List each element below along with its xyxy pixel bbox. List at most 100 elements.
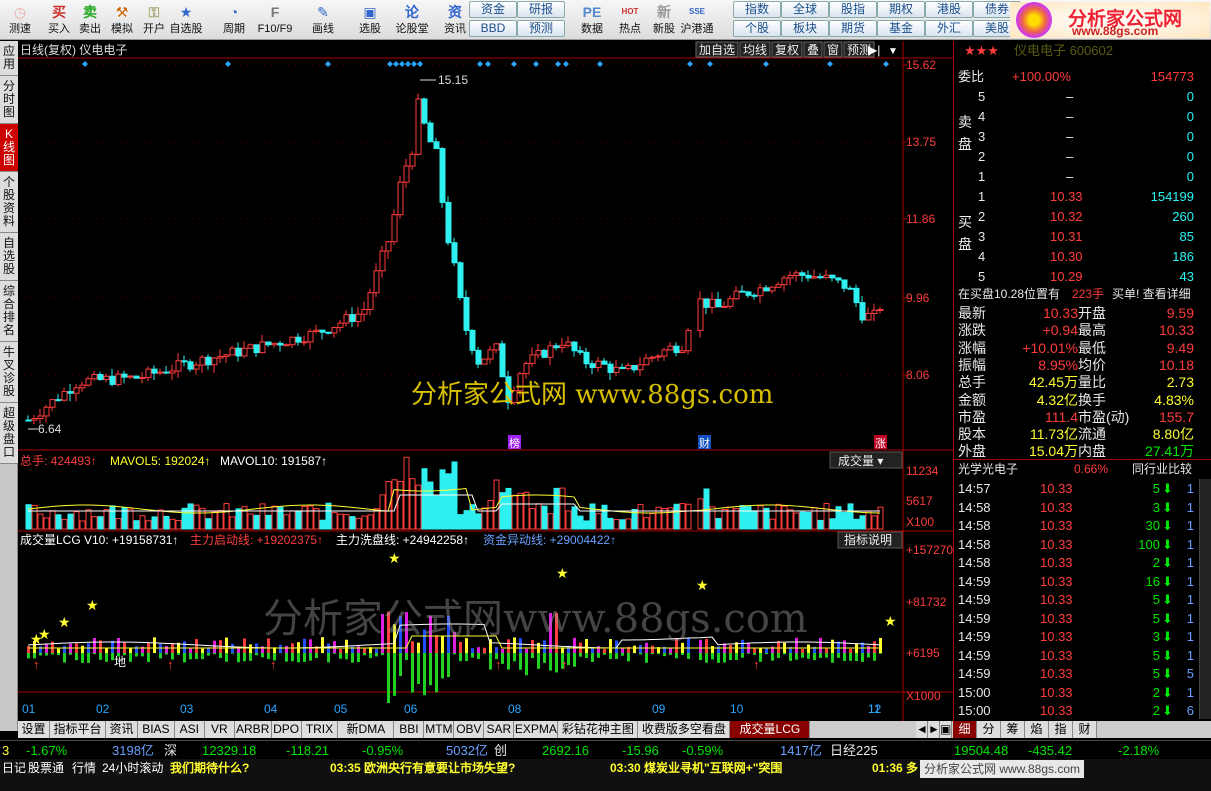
- quote-scrollbar[interactable]: [1199, 479, 1211, 719]
- indicator-tab[interactable]: BIAS: [138, 721, 175, 738]
- toolbar-grid-button[interactable]: 个股: [733, 20, 781, 37]
- chart-nav-icon[interactable]: ▶|: [868, 43, 880, 57]
- buy-order-row[interactable]: 5 10.29 43: [954, 267, 1211, 286]
- kline-chart-svg[interactable]: 日线(复权) 仪电电子 加自选 均线 复权叠窗预测▶| ▼15.6213.7511.86…: [18, 41, 953, 721]
- indicator-tab[interactable]: EXPMA: [514, 721, 559, 738]
- event-marker[interactable]: 涨: [874, 435, 887, 450]
- toolbar-grid-button[interactable]: 指数: [733, 1, 781, 18]
- toolbar-clock-button[interactable]: ◷ 测速: [2, 1, 38, 39]
- left-tab[interactable]: 超级盘口: [0, 403, 18, 464]
- status-tab[interactable]: 股票通: [28, 759, 64, 777]
- event-marker[interactable]: 榜: [508, 435, 521, 450]
- toolbar-grid-button[interactable]: 股指: [829, 1, 877, 18]
- event-marker[interactable]: 财: [698, 435, 711, 450]
- left-tab[interactable]: 应用: [0, 41, 18, 76]
- toolbar-star-button[interactable]: ★ 自选股: [168, 1, 204, 39]
- toolbar-new-button[interactable]: 新新股: [647, 1, 681, 39]
- sell-order-row[interactable]: 2 – 0: [954, 147, 1211, 166]
- buy-order-row[interactable]: 3 10.31 85: [954, 227, 1211, 246]
- toolbar-forum-button[interactable]: 论论股堂: [394, 1, 430, 39]
- toolbar-screen-button[interactable]: ▣ 选股: [352, 1, 388, 39]
- chart-top-button[interactable]: 窗: [823, 41, 843, 58]
- indicator-tab[interactable]: BBI: [394, 721, 425, 738]
- scroll-right-icon[interactable]: ►: [928, 721, 940, 738]
- scroll-left-icon[interactable]: ◄: [916, 721, 928, 738]
- indicator-tab[interactable]: OBV: [454, 721, 485, 738]
- indicator-tab[interactable]: 新DMA: [338, 721, 395, 738]
- left-tab[interactable]: 个股资料: [0, 172, 18, 233]
- left-tab[interactable]: K线图: [0, 124, 18, 172]
- toolbar-sse-hke-button[interactable]: SSE 沪港通: [680, 1, 714, 39]
- status-tab[interactable]: 日记: [2, 759, 26, 777]
- toolbar-f10-button[interactable]: F F10/F9: [257, 1, 293, 39]
- toolbar-lock-button[interactable]: ⚿ 开户: [136, 1, 172, 39]
- big-order-info[interactable]: 在买盘10.28位置有 223手 买单! 查看详细: [954, 285, 1211, 304]
- buy-order-row[interactable]: 1 10.33 154199: [954, 187, 1211, 206]
- news-headline[interactable]: 03:35 欧洲央行有意要让市场失望?: [330, 759, 515, 777]
- volume-indicator-dropdown[interactable]: 成交量 ▾: [829, 451, 903, 469]
- quote-panel-tab[interactable]: 筹: [1001, 721, 1025, 738]
- status-tab[interactable]: 行情: [72, 759, 96, 777]
- window-icon[interactable]: ▣: [940, 721, 952, 738]
- indicator-tab[interactable]: ARBR: [234, 721, 272, 738]
- left-tab[interactable]: 综合排名: [0, 281, 18, 342]
- left-tab[interactable]: 分时图: [0, 76, 18, 124]
- toolbar-pe-button[interactable]: PE 数据: [575, 1, 609, 39]
- toolbar-grid-button[interactable]: 外汇: [925, 20, 973, 37]
- toolbar-sell-button[interactable]: 卖卖出: [72, 1, 108, 39]
- toolbar-gavel-button[interactable]: ⚒ 模拟: [104, 1, 140, 39]
- indicator-tab[interactable]: 成交量LCG: [730, 721, 811, 738]
- indicator-tab[interactable]: 彩钻花神主图: [558, 721, 639, 738]
- news-headline[interactable]: 03:30 煤炭业寻机"互联网+"突围: [610, 759, 782, 777]
- toolbar-grid-button[interactable]: BBD: [469, 20, 517, 37]
- left-tab[interactable]: 自选股: [0, 233, 18, 281]
- indicator-tab[interactable]: TRIX: [301, 721, 339, 738]
- indicator-tab[interactable]: VR: [204, 721, 235, 738]
- indicator-tab[interactable]: SAR: [484, 721, 515, 738]
- buy-order-row[interactable]: 2 10.32 260: [954, 207, 1211, 226]
- chart-top-button[interactable]: 复权: [771, 41, 803, 58]
- indicator-tab[interactable]: 收费版多空看盘: [638, 721, 731, 738]
- quote-panel-tab[interactable]: 指: [1049, 721, 1073, 738]
- indicator-tab[interactable]: 设置: [18, 721, 50, 738]
- chart-top-button[interactable]: 加自选: [695, 41, 739, 58]
- left-tab[interactable]: 牛叉诊股: [0, 342, 18, 403]
- industry-compare-button[interactable]: 同行业比较: [1132, 460, 1192, 479]
- sector-name[interactable]: 光学光电子: [958, 460, 1018, 479]
- indicator-tab[interactable]: 指标平台: [50, 721, 106, 738]
- quote-panel-tab[interactable]: 分: [977, 721, 1001, 738]
- quote-panel-tab[interactable]: 焰: [1025, 721, 1049, 738]
- toolbar-grid-button[interactable]: 研报: [517, 1, 565, 18]
- toolbar-grid-button[interactable]: 板块: [781, 20, 829, 37]
- toolbar-pen-button[interactable]: ✎ 画线: [305, 1, 341, 39]
- toolbar-grid-button[interactable]: 港股: [925, 1, 973, 18]
- indicator-help-button[interactable]: 指标说明: [837, 531, 903, 549]
- toolbar-grid-button[interactable]: 全球: [781, 1, 829, 18]
- toolbar-period-button[interactable]: ◔ 周期: [216, 1, 252, 39]
- indicator-tab[interactable]: MTM: [424, 721, 455, 738]
- toolbar-grid-button[interactable]: 期权: [877, 1, 925, 18]
- indicator-tab[interactable]: ASI: [174, 721, 205, 738]
- chart-top-button[interactable]: 均线: [739, 41, 771, 58]
- status-tab[interactable]: 24小时滚动: [102, 759, 163, 777]
- sell-order-row[interactable]: 3 – 0: [954, 127, 1211, 146]
- toolbar-grid-button[interactable]: 预测: [517, 20, 565, 37]
- sell-order-row[interactable]: 4 – 0: [954, 107, 1211, 126]
- toolbar-news-button[interactable]: 资资讯: [437, 1, 473, 39]
- toolbar-grid-button[interactable]: 资金: [469, 1, 517, 18]
- quote-panel-tab[interactable]: 财: [1073, 721, 1097, 738]
- quote-panel-tab[interactable]: 细: [953, 721, 977, 738]
- toolbar-grid-button[interactable]: 基金: [877, 20, 925, 37]
- indicator-tab[interactable]: 资讯: [106, 721, 138, 738]
- chevron-down-icon[interactable]: ▼: [888, 46, 898, 57]
- toolbar-hot-button[interactable]: HOT 热点: [613, 1, 647, 39]
- kline-chart-area[interactable]: 日线(复权) 仪电电子 加自选 均线 复权叠窗预测 ▶| ▼ 15.62 13.75 11.86…: [18, 41, 953, 721]
- sell-order-row[interactable]: 1 – 0: [954, 167, 1211, 186]
- chart-top-button[interactable]: 叠: [803, 41, 823, 58]
- news-headline[interactable]: 我们期待什么?: [170, 759, 249, 777]
- buy-order-row[interactable]: 4 10.30 186: [954, 247, 1211, 266]
- news-headline[interactable]: 01:36 多: [872, 759, 918, 777]
- indicator-tab[interactable]: DPO: [271, 721, 302, 738]
- toolbar-grid-button[interactable]: 期货: [829, 20, 877, 37]
- sell-order-row[interactable]: 5 – 0: [954, 87, 1211, 106]
